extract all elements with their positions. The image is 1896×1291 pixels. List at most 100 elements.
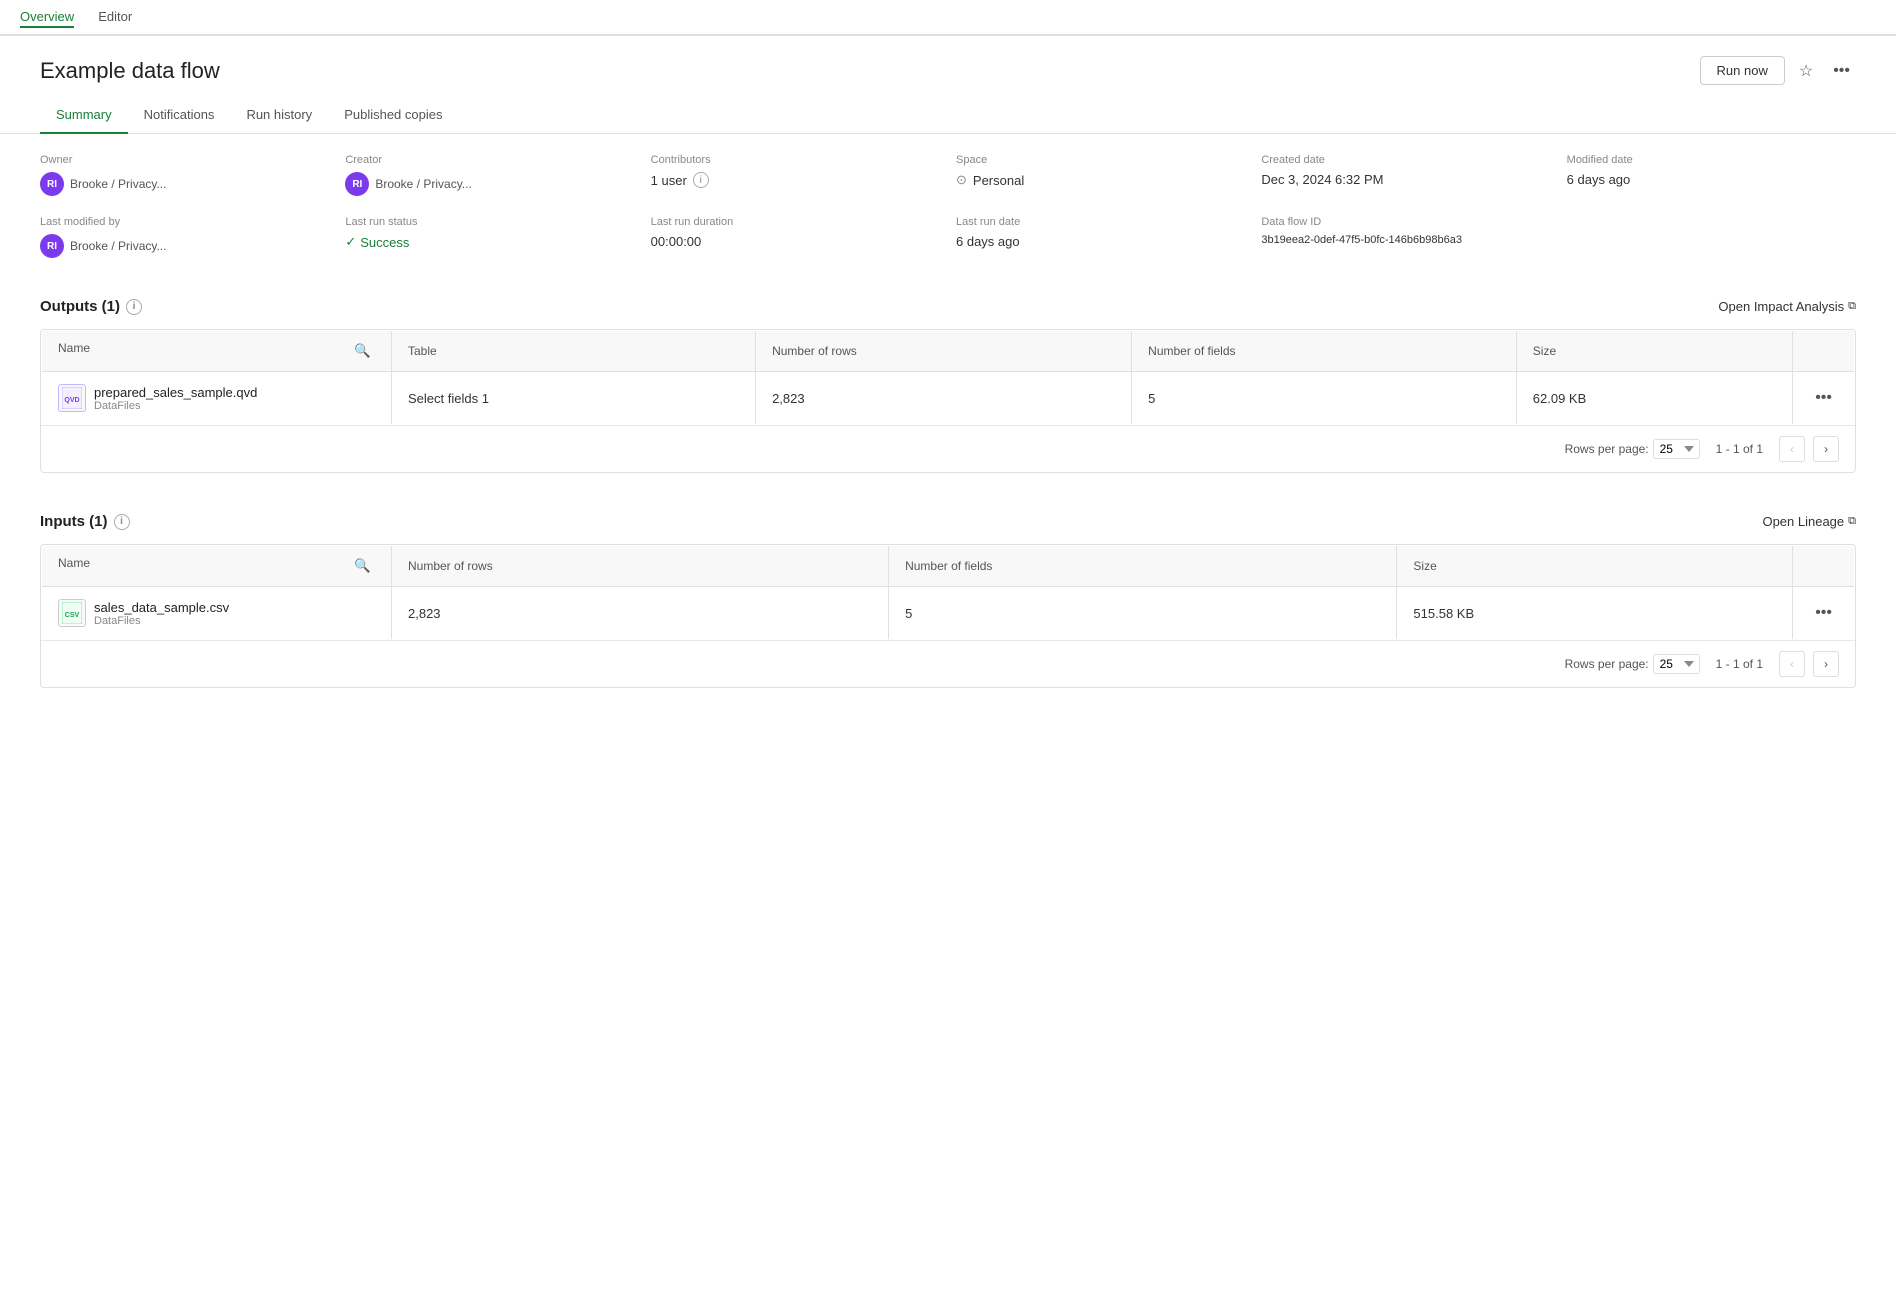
outputs-rpp-select[interactable]: 25 50 100	[1653, 439, 1700, 459]
data-flow-id-meta: Data flow ID 3b19eea2-0def-47f5-b0fc-146…	[1261, 216, 1550, 258]
external-link-icon: ⧉	[1848, 300, 1856, 313]
owner-avatar: RI	[40, 172, 64, 196]
outputs-rpp-label: Rows per page:	[1565, 442, 1649, 456]
outputs-row-fields-cell: 5	[1132, 372, 1517, 425]
inputs-section: Inputs (1) i Open Lineage ⧉ Name 🔍 Numbe…	[0, 493, 1896, 688]
outputs-file-location: DataFiles	[94, 400, 257, 412]
inputs-col-name: Name 🔍	[42, 546, 392, 587]
tab-published-copies[interactable]: Published copies	[328, 97, 458, 134]
outputs-title-text: Outputs (1)	[40, 298, 120, 315]
inputs-row-size-cell: 515.58 KB	[1397, 587, 1793, 640]
modified-date-text: 6 days ago	[1567, 172, 1631, 187]
inputs-rpp-select[interactable]: 25 50 100	[1653, 654, 1700, 674]
inputs-page-info: 1 - 1 of 1	[1716, 657, 1763, 671]
creator-label: Creator	[345, 154, 634, 166]
contributors-meta: Contributors 1 user i	[651, 154, 940, 196]
csv-file-icon: CSV	[58, 599, 86, 627]
tab-summary[interactable]: Summary	[40, 97, 128, 134]
outputs-pagination: Rows per page: 25 50 100 1 - 1 of 1 ‹ ›	[41, 425, 1855, 472]
contributors-info-icon[interactable]: i	[693, 172, 709, 188]
inputs-prev-page-button[interactable]: ‹	[1779, 651, 1805, 677]
top-nav-overview[interactable]: Overview	[20, 9, 74, 28]
inputs-title-text: Inputs (1)	[40, 513, 108, 530]
lineage-external-link-icon: ⧉	[1848, 515, 1856, 528]
table-row: CSV sales_data_sample.csv DataFiles 2,82…	[42, 587, 1855, 640]
outputs-section: Outputs (1) i Open Impact Analysis ⧉ Nam…	[0, 278, 1896, 473]
created-date-meta: Created date Dec 3, 2024 6:32 PM	[1261, 154, 1550, 196]
outputs-next-page-button[interactable]: ›	[1813, 436, 1839, 462]
tab-notifications[interactable]: Notifications	[128, 97, 231, 134]
last-modified-by-meta: Last modified by RI Brooke / Privacy...	[40, 216, 329, 258]
last-run-date-meta: Last run date 6 days ago	[956, 216, 1245, 258]
inputs-col-size: Size	[1397, 546, 1793, 587]
outputs-table: Name 🔍 Table Number of rows Number of fi…	[41, 330, 1855, 425]
outputs-row-more-button[interactable]: •••	[1809, 385, 1838, 411]
last-run-status-value: ✓ Success	[345, 234, 634, 250]
top-nav-editor[interactable]: Editor	[98, 9, 132, 28]
outputs-col-size: Size	[1516, 331, 1792, 372]
favorite-button[interactable]: ☆	[1793, 57, 1819, 85]
inputs-pagination-controls: ‹ ›	[1779, 651, 1839, 677]
outputs-row-size-cell: 62.09 KB	[1516, 372, 1792, 425]
owner-meta: Owner RI Brooke / Privacy...	[40, 154, 329, 196]
metadata-section: Owner RI Brooke / Privacy... Creator RI …	[0, 134, 1896, 278]
open-impact-analysis-button[interactable]: Open Impact Analysis ⧉	[1718, 299, 1856, 314]
contributors-value: 1 user i	[651, 172, 940, 188]
last-run-status-text: Success	[360, 235, 409, 250]
last-run-status-meta: Last run status ✓ Success	[345, 216, 634, 258]
outputs-row-actions-cell: •••	[1793, 372, 1855, 425]
last-modified-by-value: RI Brooke / Privacy...	[40, 234, 329, 258]
outputs-title: Outputs (1) i	[40, 298, 142, 315]
data-flow-id-value: 3b19eea2-0def-47f5-b0fc-146b6b98b6a3	[1261, 234, 1550, 246]
outputs-row-rows-cell: 2,823	[756, 372, 1132, 425]
open-lineage-label: Open Lineage	[1762, 514, 1844, 529]
inputs-next-page-button[interactable]: ›	[1813, 651, 1839, 677]
last-run-duration-value: 00:00:00	[651, 234, 940, 249]
inputs-rpp-label: Rows per page:	[1565, 657, 1649, 671]
outputs-info-icon[interactable]: i	[126, 299, 142, 315]
outputs-col-name-label: Name	[58, 341, 90, 355]
success-checkmark-icon: ✓	[345, 234, 356, 250]
modified-date-value: 6 days ago	[1567, 172, 1856, 187]
table-row: QVD prepared_sales_sample.qvd DataFiles …	[42, 372, 1855, 425]
last-modified-by-avatar: RI	[40, 234, 64, 258]
page-header: Example data flow Run now ☆ •••	[0, 36, 1896, 97]
outputs-col-fields: Number of fields	[1132, 331, 1517, 372]
inputs-row-actions-cell: •••	[1793, 587, 1855, 640]
inputs-row-fields-cell: 5	[889, 587, 1397, 640]
contributors-text: 1 user	[651, 173, 687, 188]
svg-text:CSV: CSV	[65, 612, 80, 619]
inputs-col-rows: Number of rows	[392, 546, 889, 587]
inputs-info-icon[interactable]: i	[114, 514, 130, 530]
space-text: Personal	[973, 173, 1024, 188]
more-options-button[interactable]: •••	[1827, 58, 1856, 84]
outputs-name-search-button[interactable]: 🔍	[350, 341, 375, 361]
inputs-file-cell: CSV sales_data_sample.csv DataFiles	[58, 599, 375, 627]
run-now-button[interactable]: Run now	[1700, 56, 1785, 85]
owner-label: Owner	[40, 154, 329, 166]
inputs-row-more-button[interactable]: •••	[1809, 600, 1838, 626]
inputs-pagination: Rows per page: 25 50 100 1 - 1 of 1 ‹ ›	[41, 640, 1855, 687]
space-value: ⊙ Personal	[956, 172, 1245, 188]
modified-date-meta: Modified date 6 days ago	[1567, 154, 1856, 196]
last-run-status-label: Last run status	[345, 216, 634, 228]
inputs-col-fields: Number of fields	[889, 546, 1397, 587]
outputs-prev-page-button[interactable]: ‹	[1779, 436, 1805, 462]
last-run-date-label: Last run date	[956, 216, 1245, 228]
last-run-duration-label: Last run duration	[651, 216, 940, 228]
outputs-file-name: prepared_sales_sample.qvd	[94, 385, 257, 400]
outputs-page-info: 1 - 1 of 1	[1716, 442, 1763, 456]
creator-name: Brooke / Privacy...	[375, 177, 471, 191]
space-label: Space	[956, 154, 1245, 166]
last-modified-by-label: Last modified by	[40, 216, 329, 228]
inputs-name-search-button[interactable]: 🔍	[350, 556, 375, 576]
open-lineage-button[interactable]: Open Lineage ⧉	[1762, 514, 1856, 529]
top-nav: Overview Editor	[0, 0, 1896, 36]
last-run-date-text: 6 days ago	[956, 234, 1020, 249]
inputs-file-info: sales_data_sample.csv DataFiles	[94, 600, 229, 627]
tab-run-history[interactable]: Run history	[230, 97, 328, 134]
page-title: Example data flow	[40, 58, 220, 84]
outputs-col-actions	[1793, 331, 1855, 372]
inputs-rows-per-page: Rows per page: 25 50 100	[1565, 654, 1700, 674]
outputs-file-info: prepared_sales_sample.qvd DataFiles	[94, 385, 257, 412]
